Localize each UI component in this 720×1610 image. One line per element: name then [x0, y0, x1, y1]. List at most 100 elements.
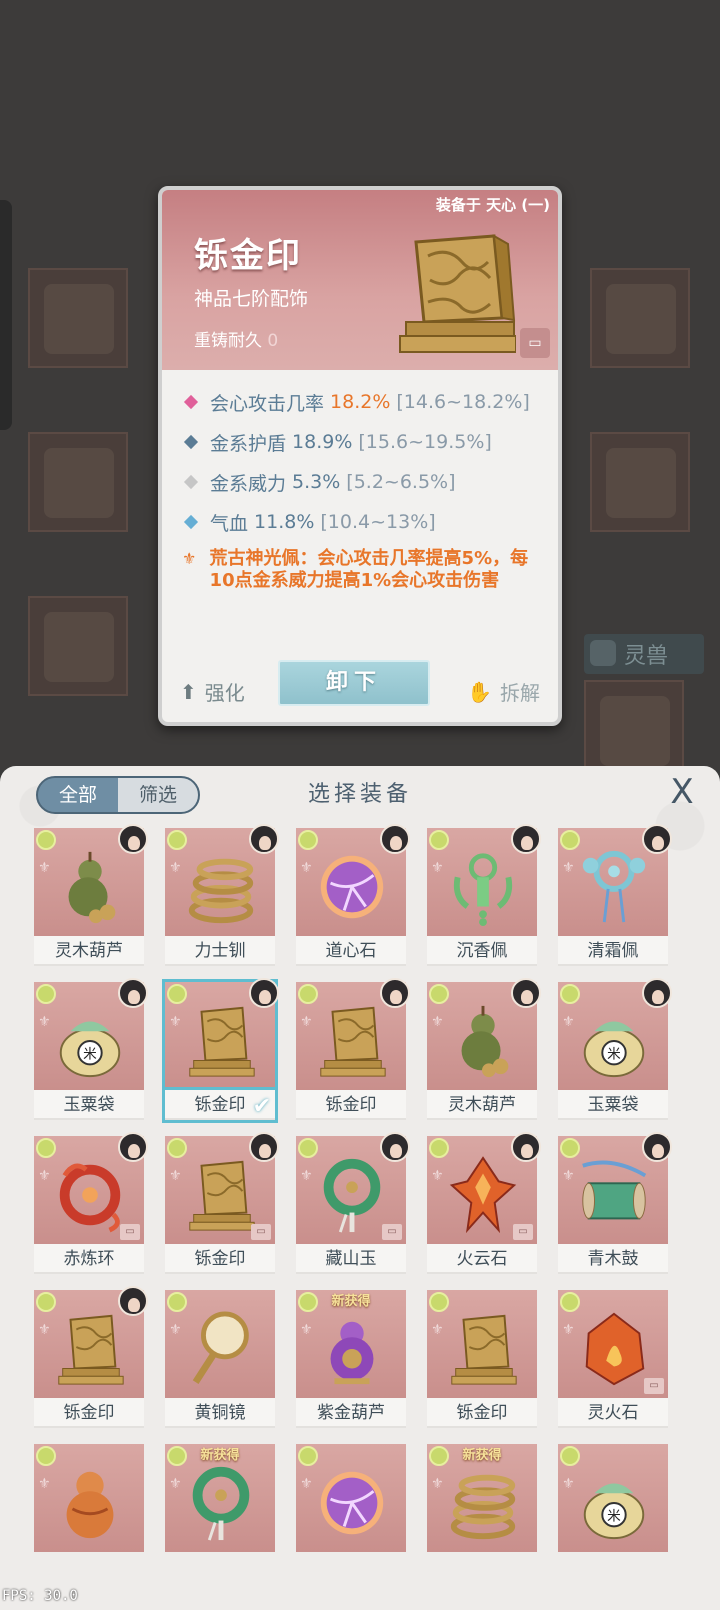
equipment-slot[interactable]	[590, 268, 690, 368]
rune-icon: ⚜	[300, 1476, 313, 1492]
seal-icon	[451, 1314, 517, 1385]
grade-badge-icon	[36, 1292, 56, 1312]
owner-avatar	[380, 978, 410, 1008]
equipment-item[interactable]: ⚜ 青木鼓	[558, 1132, 672, 1276]
item-name: 力士钏	[165, 936, 275, 966]
diamond-blue-icon	[183, 434, 199, 450]
grade-badge-icon	[560, 1138, 580, 1158]
grade-badge-icon	[560, 830, 580, 850]
close-icon[interactable]: X	[664, 774, 700, 810]
seal-icon	[58, 1314, 124, 1385]
equipment-item[interactable]: ⚜ 清霜佩	[558, 824, 672, 968]
equipment-item[interactable]: 米 ⚜ 玉粟袋	[558, 978, 672, 1122]
equipment-item[interactable]: ⚜ 铄金印	[34, 1286, 148, 1430]
equipment-item[interactable]: ⚜ 灵木葫芦	[427, 978, 541, 1122]
item-name: 青木鼓	[558, 1244, 668, 1274]
owner-avatar	[118, 1132, 148, 1162]
equipment-item[interactable]: 米 ⚜ 玉粟袋	[34, 978, 148, 1122]
equipment-item[interactable]: ⚜ 铄金印 ✔	[162, 978, 279, 1123]
unequip-button[interactable]: 卸下	[278, 660, 430, 706]
diamond-grey-icon	[183, 474, 199, 490]
drum-icon	[582, 1160, 647, 1220]
equipment-slot[interactable]	[28, 268, 128, 368]
gourd-icon	[461, 1005, 509, 1078]
equipment-item[interactable]: ⚜ ▭ 藏山玉	[296, 1132, 410, 1276]
owner-avatar	[118, 824, 148, 854]
equipment-item[interactable]: ⚜ 灵木葫芦	[34, 824, 148, 968]
panel-title: 选择装备	[307, 782, 412, 807]
grade-badge-icon	[560, 1446, 580, 1466]
boots-icon	[44, 612, 114, 682]
stat-value: 18.9%	[292, 431, 353, 453]
equipment-item[interactable]: ⚜ ▭ 火云石	[427, 1132, 541, 1276]
lock-icon: ▭	[382, 1224, 402, 1240]
purple-orb-icon	[320, 855, 384, 919]
pouch-icon: 米	[59, 1021, 121, 1078]
equipment-item[interactable]: ⚜ ▭ 铄金印	[165, 1132, 279, 1276]
rune-icon: ⚜	[300, 1322, 313, 1338]
equipment-item[interactable]: ⚜ ▭ 灵火石	[558, 1290, 668, 1430]
equipment-item[interactable]: 米 ⚜	[558, 1444, 668, 1584]
strengthen-button[interactable]: ⬆ 强化	[180, 677, 245, 706]
rune-icon: ⚜	[562, 1322, 575, 1338]
equipment-slot[interactable]	[28, 432, 128, 532]
diamond-pink-icon	[183, 394, 199, 410]
equipment-slot[interactable]	[584, 680, 684, 770]
item-name: 灵木葫芦	[34, 936, 144, 966]
new-tag: 新获得	[200, 1448, 240, 1463]
grade-badge-icon	[298, 1138, 318, 1158]
owner-avatar	[511, 1132, 541, 1162]
grade-badge-icon	[298, 984, 318, 1004]
new-tag: 新获得	[331, 1294, 371, 1309]
rune-icon: ⚜	[169, 1476, 182, 1492]
bracelet-icon	[450, 1474, 516, 1540]
jade-disc-icon	[192, 1466, 250, 1541]
fire-stone-icon	[585, 1312, 645, 1386]
equipment-item[interactable]: ⚜ 新获得	[427, 1444, 537, 1584]
seal-icon	[320, 1006, 386, 1077]
stat-row: 气血 11.8% [10.4~13%]	[180, 502, 544, 542]
equipment-item[interactable]: ⚜ 黄铜镜	[165, 1290, 275, 1430]
item-card: ⚜	[427, 824, 541, 936]
rune-icon: ⚜	[562, 1014, 575, 1030]
equipment-slot[interactable]	[590, 432, 690, 532]
equipment-slot[interactable]	[28, 596, 128, 696]
equipment-item[interactable]: ⚜ 铄金印	[427, 1290, 537, 1430]
equipment-item[interactable]: ⚜ 铄金印	[296, 978, 410, 1122]
dismantle-button[interactable]: ✋ 拆解	[467, 677, 540, 706]
grade-badge-icon	[429, 830, 449, 850]
upgrade-arrow-icon: ⬆	[180, 679, 197, 704]
item-name: 灵木葫芦	[427, 1090, 537, 1120]
equipment-item[interactable]: ⚜ 新获得紫金葫芦	[296, 1290, 406, 1430]
equipment-item[interactable]: ⚜ 道心石	[296, 824, 410, 968]
item-card: ⚜	[34, 1444, 144, 1552]
beast-slot-icon	[600, 696, 670, 766]
owner-avatar	[249, 1132, 279, 1162]
equipped-by-label: 装备于 天心 (一)	[435, 196, 550, 214]
rune-icon: ⚜	[562, 1476, 575, 1492]
item-card: ⚜ ▭	[296, 1132, 410, 1244]
equipment-item[interactable]: ⚜	[34, 1444, 144, 1584]
item-name: 紫金葫芦	[296, 1398, 406, 1428]
golden-seal-icon	[399, 234, 516, 353]
stat-row: 金系护盾 18.9% [15.6~19.5%]	[180, 422, 544, 462]
item-card: ⚜ 新获得	[427, 1444, 537, 1552]
equipment-item[interactable]: ⚜ 沉香佩	[427, 824, 541, 968]
equipment-item[interactable]: ⚜ 新获得	[165, 1444, 275, 1584]
stat-row: 金系威力 5.3% [5.2~6.5%]	[180, 462, 544, 502]
equipment-item[interactable]: ⚜	[296, 1444, 406, 1584]
spirit-beast-tab[interactable]: 灵兽	[584, 634, 704, 674]
rune-icon: ⚜	[169, 1322, 182, 1338]
grade-badge-icon	[429, 984, 449, 1004]
equipment-item[interactable]: ⚜ ▭ 赤炼环	[34, 1132, 148, 1276]
lock-icon[interactable]: ▭	[520, 328, 550, 358]
grade-badge-icon	[167, 830, 187, 850]
item-name: 道心石	[296, 936, 406, 966]
grade-badge-icon	[36, 1446, 56, 1466]
spirit-beast-label: 灵兽	[624, 644, 669, 669]
rune-icon: ⚜	[562, 1168, 575, 1184]
stat-range: [15.6~19.5%]	[358, 431, 492, 453]
passive-rune-icon: ⚜	[182, 549, 197, 568]
owner-avatar	[380, 824, 410, 854]
equipment-item[interactable]: ⚜ 力士钏	[165, 824, 279, 968]
